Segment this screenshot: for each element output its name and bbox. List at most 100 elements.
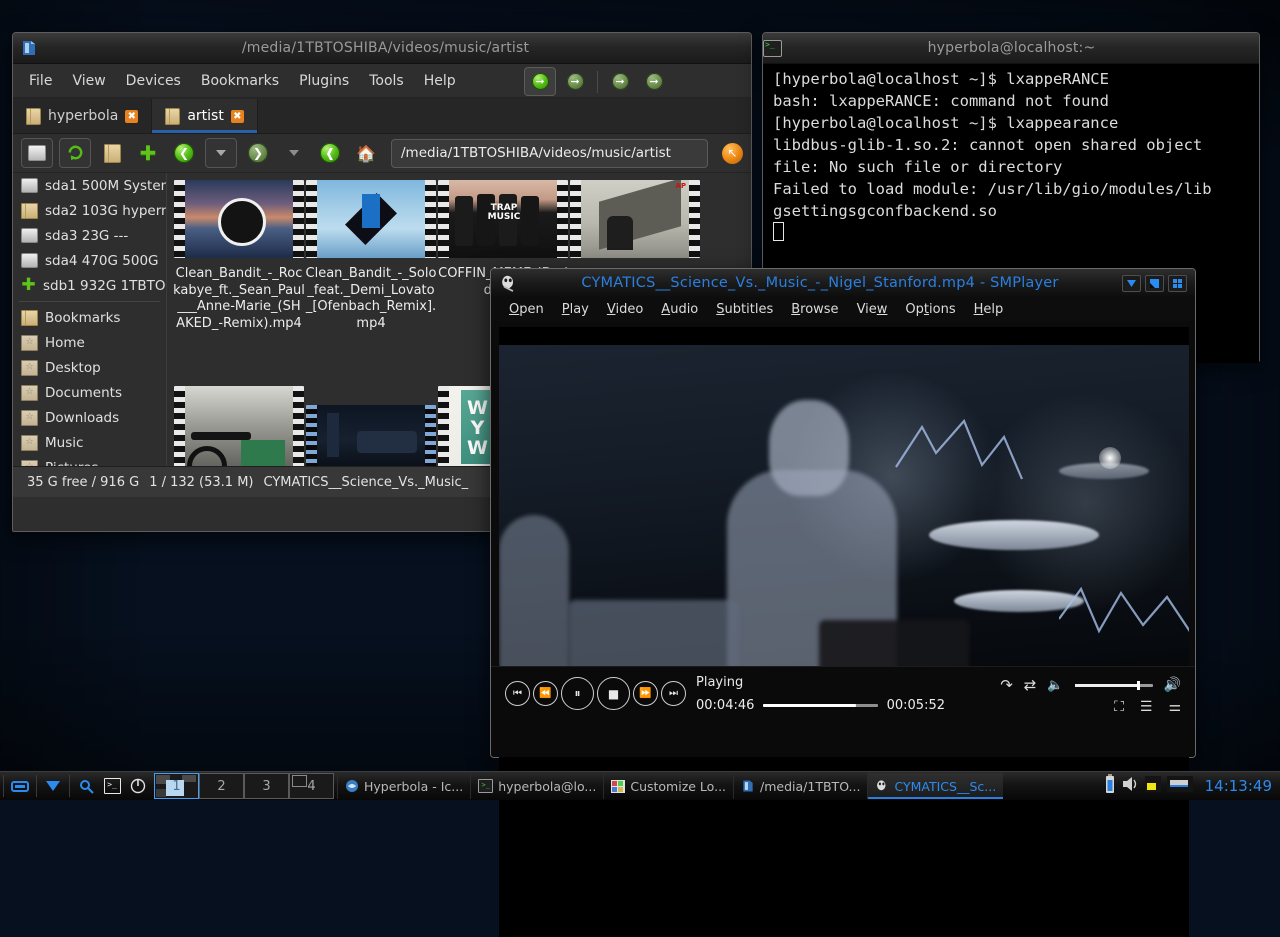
playlist-icon[interactable]: ☰ bbox=[1140, 699, 1153, 715]
sidebar-item-music[interactable]: ☆ Music bbox=[13, 430, 166, 455]
taskbar-window-customize-look[interactable]: Customize Lo... bbox=[603, 773, 733, 799]
menu-audio[interactable]: Audio bbox=[653, 300, 706, 319]
previous-button[interactable]: ⏮ bbox=[505, 681, 530, 706]
shuffle-icon[interactable]: ⇄ bbox=[1024, 676, 1037, 694]
taskbar-window-hyperbola-browser[interactable]: Hyperbola - Ic... bbox=[337, 773, 470, 799]
volume-slider[interactable] bbox=[1075, 684, 1153, 687]
smplayer-window-buttons[interactable] bbox=[1122, 275, 1187, 292]
menu-help[interactable]: Help bbox=[414, 69, 466, 93]
fullscreen-icon[interactable]: ⛶ bbox=[1114, 699, 1124, 715]
close-icon[interactable]: ✖ bbox=[125, 110, 138, 123]
smplayer-titlebar[interactable]: CYMATICS__Science_Vs._Music_-_Nigel_Stan… bbox=[491, 269, 1195, 297]
taskbar-window-smplayer[interactable]: CYMATICS__Sc... bbox=[867, 773, 1003, 799]
equalizer-icon[interactable]: ⚌ bbox=[1168, 699, 1181, 715]
eject-button[interactable]: ↖ bbox=[722, 143, 743, 164]
sidebar-item-pictures[interactable]: ☆ Pictures bbox=[13, 455, 166, 466]
playback-buttons[interactable]: ⏮ ⏪ ⏸ ■ ⏩ ⏭ bbox=[505, 677, 686, 710]
menu-play[interactable]: Play bbox=[554, 300, 597, 319]
forward-button[interactable]: ⏩ bbox=[633, 681, 658, 706]
up-button[interactable]: ❰ bbox=[315, 139, 345, 167]
mute-icon[interactable]: 🔈 bbox=[1047, 678, 1063, 693]
system-tray[interactable]: 14:13:49 bbox=[1105, 774, 1280, 798]
taskbar-window-file-manager[interactable]: /media/1TBTO... bbox=[733, 773, 867, 799]
menu-view[interactable]: View bbox=[62, 69, 115, 93]
taskbar-window-terminal[interactable]: >_ hyperbola@lo... bbox=[470, 773, 603, 799]
seek-slider[interactable] bbox=[763, 704, 877, 707]
volume-icon[interactable]: 🔊 bbox=[1164, 677, 1181, 693]
stop-button[interactable]: ■ bbox=[597, 677, 630, 710]
new-window-button[interactable] bbox=[21, 138, 53, 168]
sidebar-item-documents[interactable]: ☆ Documents bbox=[13, 380, 166, 405]
close-icon[interactable]: ✖ bbox=[231, 110, 244, 123]
next-button[interactable]: ⏭ bbox=[661, 681, 686, 706]
clipboard-icon[interactable] bbox=[1145, 776, 1161, 796]
file-manager-toolbar[interactable]: ✚ ❮ ❯ ❰ 🏠 /media/1TBTOSHIBA/videos/music… bbox=[13, 134, 751, 173]
sidebar-item-sda2[interactable]: sda2 103G hyperm bbox=[13, 198, 166, 223]
sidebar-item-sda3[interactable]: sda3 23G --- bbox=[13, 223, 166, 248]
menu-tools[interactable]: Tools bbox=[359, 69, 414, 93]
sidebar-item-downloads[interactable]: ☆ Downloads bbox=[13, 405, 166, 430]
tab-hyperbola[interactable]: hyperbola ✖ bbox=[13, 99, 152, 133]
minimize-button[interactable] bbox=[1122, 275, 1141, 292]
workspace-switcher[interactable]: 1 2 3 4 bbox=[154, 773, 334, 799]
menu-open[interactable]: Open bbox=[501, 300, 552, 319]
menu-video[interactable]: Video bbox=[599, 300, 651, 319]
back-button[interactable]: ❮ bbox=[169, 139, 199, 167]
sidebar-item-sdb1[interactable]: ✚ sdb1 932G 1TBTO bbox=[13, 273, 166, 298]
add-button[interactable]: ✚ bbox=[133, 139, 163, 167]
file-item[interactable] bbox=[173, 386, 305, 466]
sidebar-item-desktop[interactable]: ☆ Desktop bbox=[13, 355, 166, 380]
view-compact-mode-button[interactable]: ➞ bbox=[560, 68, 590, 95]
show-desktop-icon[interactable] bbox=[7, 774, 33, 798]
volume-icon[interactable] bbox=[1121, 775, 1139, 797]
tab-artist[interactable]: artist ✖ bbox=[152, 99, 258, 133]
seek-row[interactable]: 00:04:46 00:05:52 bbox=[696, 698, 945, 713]
back-history-dropdown[interactable] bbox=[205, 138, 237, 168]
workspace-4[interactable]: 4 bbox=[289, 773, 334, 799]
forward-button[interactable]: ❯ bbox=[243, 139, 273, 167]
power-icon[interactable] bbox=[125, 774, 151, 798]
secondary-controls-row1[interactable]: ↷ ⇄ 🔈 🔊 bbox=[1000, 676, 1181, 694]
reload-button[interactable] bbox=[59, 138, 91, 168]
file-item[interactable]: AP bbox=[569, 180, 701, 266]
file-manager-tabbar[interactable]: hyperbola ✖ artist ✖ bbox=[13, 98, 751, 134]
volume-knob[interactable] bbox=[1137, 681, 1140, 690]
sidebar-item-bookmarks[interactable]: Bookmarks bbox=[13, 305, 166, 330]
file-manager-menubar[interactable]: File View Devices Bookmarks Plugins Tool… bbox=[13, 64, 751, 98]
terminal-icon[interactable]: >_ bbox=[99, 774, 125, 798]
menu-browse[interactable]: Browse bbox=[783, 300, 846, 319]
file-manager-sidebar[interactable]: sda1 500M System sda2 103G hyperm sda3 2… bbox=[13, 173, 167, 466]
menu-devices[interactable]: Devices bbox=[116, 69, 191, 93]
terminal-titlebar[interactable]: hyperbola@localhost:~ bbox=[763, 33, 1259, 64]
video-display-area[interactable] bbox=[499, 327, 1189, 937]
menu-options[interactable]: Options bbox=[897, 300, 963, 319]
file-manager-titlebar[interactable]: /media/1TBTOSHIBA/videos/music/artist bbox=[13, 33, 751, 64]
view-icon-mode-button[interactable]: ➞ bbox=[524, 67, 556, 96]
workspace-3[interactable]: 3 bbox=[244, 773, 289, 799]
restore-button[interactable] bbox=[1145, 275, 1164, 292]
pause-button[interactable]: ⏸ bbox=[561, 677, 594, 710]
sidebar-item-home[interactable]: ☆ Home bbox=[13, 330, 166, 355]
menu-plugins[interactable]: Plugins bbox=[289, 69, 359, 93]
taskbar[interactable]: >_ 1 2 3 4 Hyperbola - Ic... >_ hyperbol… bbox=[0, 771, 1280, 800]
menu-subtitles[interactable]: Subtitles bbox=[708, 300, 781, 319]
repeat-icon[interactable]: ↷ bbox=[1000, 676, 1013, 694]
view-thumbnail-mode-button[interactable]: ➞ bbox=[639, 68, 669, 95]
file-item[interactable]: Clean_Bandit_-_Rockabye_ft._Sean_Paul___… bbox=[173, 180, 305, 332]
menu-view[interactable]: View bbox=[849, 300, 896, 319]
menu-file[interactable]: File bbox=[19, 69, 62, 93]
smplayer-window[interactable]: CYMATICS__Science_Vs._Music_-_Nigel_Stan… bbox=[490, 268, 1196, 758]
path-input[interactable]: /media/1TBTOSHIBA/videos/music/artist bbox=[391, 139, 708, 168]
menu-icon[interactable] bbox=[40, 774, 66, 798]
sidebar-item-sda4[interactable]: sda4 470G 500G bbox=[13, 248, 166, 273]
file-item[interactable] bbox=[305, 405, 437, 466]
menu-help[interactable]: Help bbox=[966, 300, 1012, 319]
smplayer-menubar[interactable]: Open Play Video Audio Subtitles Browse V… bbox=[491, 297, 1195, 321]
forward-history-dropdown[interactable] bbox=[279, 139, 309, 167]
maximize-button[interactable] bbox=[1168, 275, 1187, 292]
file-item[interactable]: Clean_Bandit_-_Solo_feat._Demi_Lovato_[O… bbox=[305, 180, 437, 332]
workspace-1[interactable]: 1 bbox=[154, 773, 199, 799]
battery-icon[interactable] bbox=[1105, 774, 1115, 798]
view-list-mode-button[interactable]: ➞ bbox=[605, 68, 635, 95]
workspace-2[interactable]: 2 bbox=[199, 773, 244, 799]
